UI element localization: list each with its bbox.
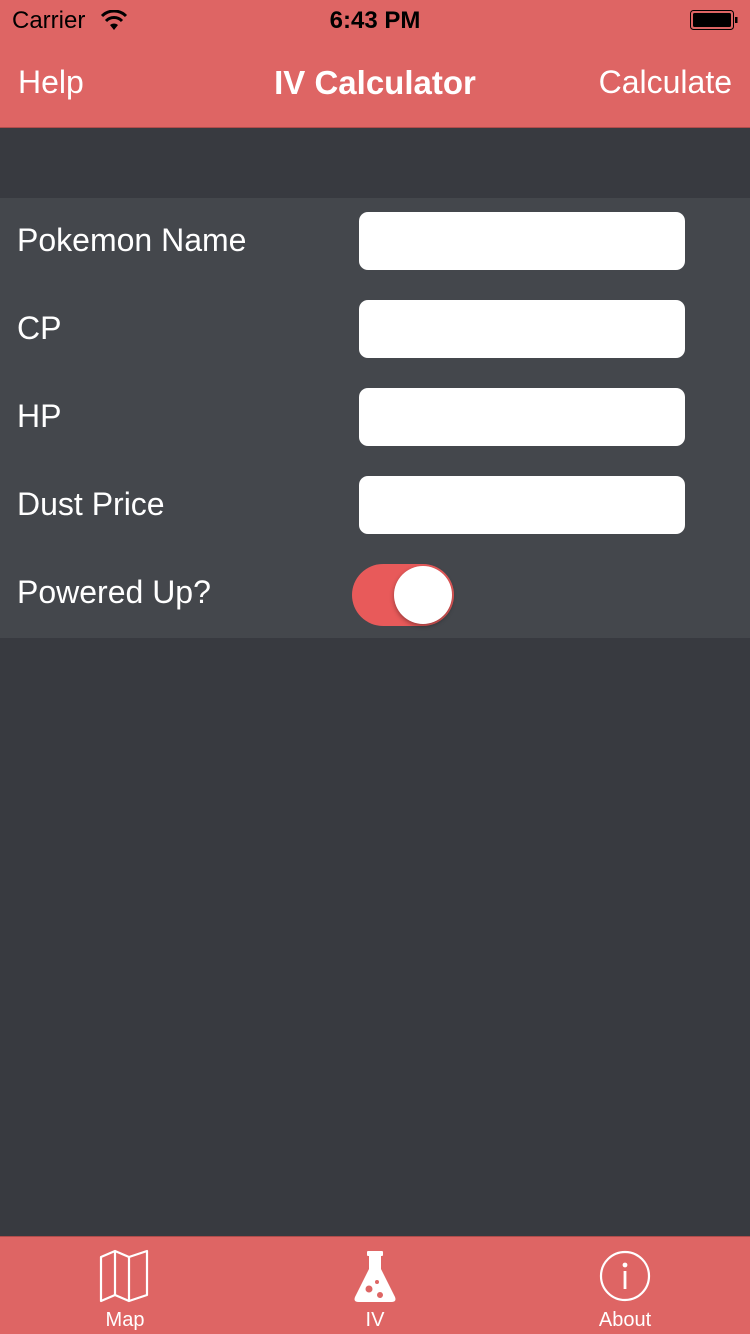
form-row-hp: HP xyxy=(0,374,750,462)
flask-icon xyxy=(354,1251,396,1302)
form-row-cp: CP xyxy=(0,286,750,374)
pokemon-name-input[interactable] xyxy=(359,212,685,270)
cp-input[interactable] xyxy=(359,300,685,358)
iv-form: Pokemon Name CP HP Dust Price Powered Up… xyxy=(0,198,750,638)
pokemon-name-label: Pokemon Name xyxy=(17,222,247,258)
cp-label: CP xyxy=(17,310,62,346)
powered-up-label: Powered Up? xyxy=(17,574,211,610)
form-row-pokemon-name: Pokemon Name xyxy=(0,198,750,286)
form-row-powered-up: Powered Up? xyxy=(0,550,750,638)
dust-price-input[interactable] xyxy=(359,476,685,534)
tab-bar: Map IV About xyxy=(0,1236,750,1334)
navigation-bar: Help IV Calculator Calculate xyxy=(0,40,750,128)
form-row-dust-price: Dust Price xyxy=(0,462,750,550)
tab-map-label: Map xyxy=(105,1309,145,1331)
powered-up-toggle[interactable] xyxy=(352,564,454,626)
tab-about-label: About xyxy=(598,1309,652,1331)
hp-label: HP xyxy=(17,398,62,434)
battery-icon xyxy=(690,10,738,30)
map-icon xyxy=(99,1249,149,1303)
hp-input[interactable] xyxy=(359,388,685,446)
calculate-button[interactable]: Calculate xyxy=(599,64,732,101)
toggle-knob xyxy=(394,566,452,624)
status-bar: Carrier 6:43 PM xyxy=(0,0,750,40)
dust-price-label: Dust Price xyxy=(17,486,165,522)
tab-iv[interactable]: IV xyxy=(250,1237,500,1334)
tab-map[interactable]: Map xyxy=(0,1237,250,1334)
tab-iv-label: IV xyxy=(365,1309,385,1331)
info-icon xyxy=(599,1250,651,1302)
status-time: 6:43 PM xyxy=(329,7,421,34)
tab-about[interactable]: About xyxy=(500,1237,750,1334)
